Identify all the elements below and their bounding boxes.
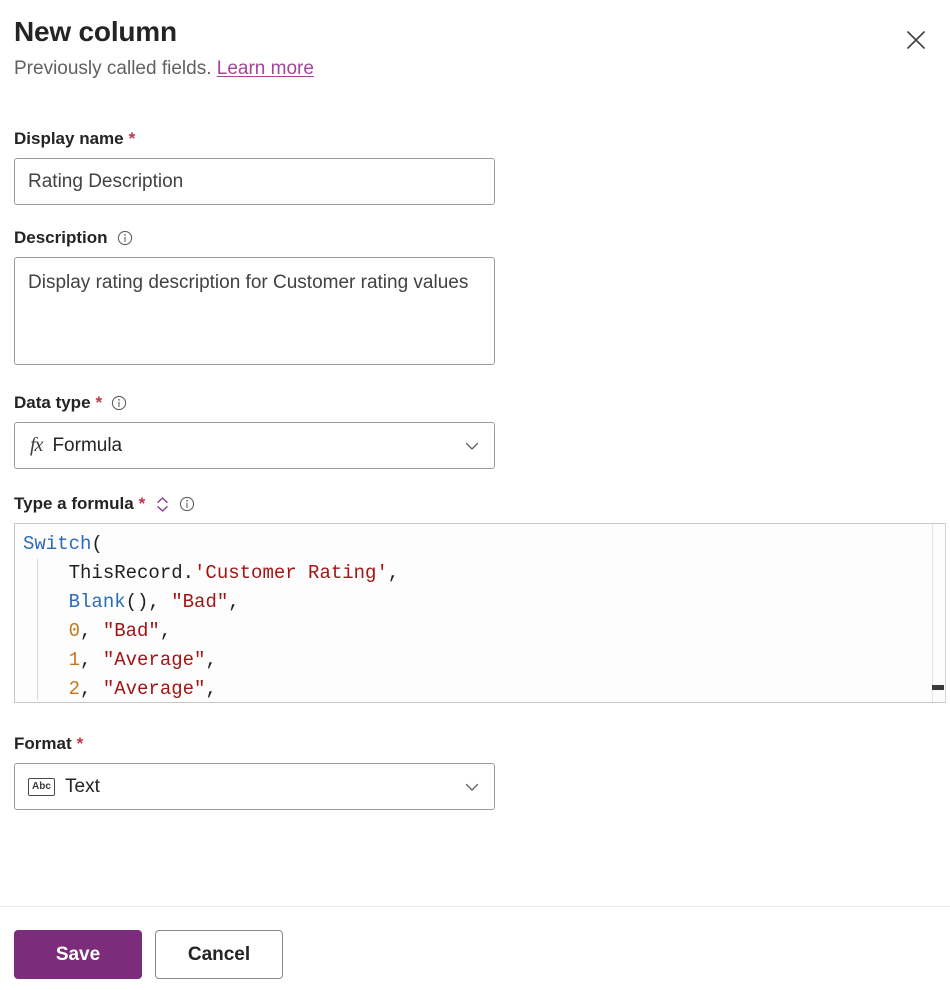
formula-line: Blank(), "Bad", (68, 591, 240, 613)
page-title: New column (14, 16, 177, 47)
data-type-dropdown[interactable]: fx Formula (14, 422, 495, 469)
info-icon[interactable] (117, 230, 133, 246)
text-abc-icon: Abc (28, 777, 55, 796)
format-label: Format * (14, 733, 936, 755)
cancel-button[interactable]: Cancel (155, 930, 283, 979)
format-selected-value: Text (65, 775, 100, 797)
data-type-label: Data type * (14, 392, 936, 414)
learn-more-link[interactable]: Learn more (217, 58, 314, 79)
formula-scrollbar[interactable] (932, 524, 945, 702)
panel-header: New column Previously called fields. Lea… (0, 0, 950, 82)
description-label-text: Description (14, 228, 108, 247)
formula-editor[interactable]: Switch( ThisRecord.'Customer Rating', Bl… (14, 523, 946, 703)
formula-resize-handle[interactable] (932, 685, 944, 690)
formula-line: 0, "Bad", (68, 620, 172, 642)
field-data-type: Data type * fx Formula (14, 392, 936, 469)
field-formula: Type a formula * Switch(ThisRecord.'Cus… (14, 493, 946, 703)
new-column-panel: New column Previously called fields. Lea… (0, 0, 950, 990)
required-asterisk: * (128, 129, 136, 148)
formula-line: 1, "Average", (68, 649, 217, 671)
format-label-text: Format (14, 734, 72, 753)
field-description: Description (14, 227, 936, 370)
panel-subtitle: Previously called fields. Learn more (14, 56, 936, 82)
formula-code-content[interactable]: Switch( ThisRecord.'Customer Rating', Bl… (15, 524, 400, 702)
formula-line: ThisRecord.'Customer Rating', (23, 562, 400, 584)
display-name-label: Display name * (14, 128, 936, 150)
close-icon (905, 29, 927, 51)
footer-divider (0, 906, 950, 907)
formula-label: Type a formula * (14, 493, 936, 515)
display-name-input[interactable] (14, 158, 495, 205)
data-type-selected-value: Formula (52, 434, 123, 456)
new-column-form: Display name * Description (14, 128, 946, 810)
required-asterisk: * (76, 734, 84, 753)
required-asterisk: * (95, 393, 103, 412)
close-button[interactable] (894, 18, 938, 62)
format-dropdown[interactable]: Abc Text (14, 763, 495, 810)
chevron-down-icon (463, 437, 481, 455)
data-type-label-text: Data type (14, 393, 91, 412)
field-format: Format * Abc Text (14, 733, 936, 810)
formula-line: Switch( (23, 533, 103, 555)
field-display-name: Display name * (14, 128, 936, 205)
required-asterisk: * (138, 494, 146, 513)
panel-footer: Save Cancel (14, 930, 283, 979)
info-icon[interactable] (111, 395, 127, 411)
expand-collapse-icon[interactable] (155, 496, 170, 513)
description-label: Description (14, 227, 936, 249)
save-button[interactable]: Save (14, 930, 142, 979)
formula-label-text: Type a formula (14, 494, 134, 513)
formula-line: 2, "Average", (68, 678, 217, 700)
subtitle-text: Previously called fields. (14, 58, 212, 79)
display-name-label-text: Display name (14, 129, 124, 148)
formula-fx-icon: fx (30, 434, 43, 456)
description-textarea[interactable] (14, 257, 495, 365)
chevron-down-icon (463, 778, 481, 796)
info-icon[interactable] (179, 496, 195, 512)
